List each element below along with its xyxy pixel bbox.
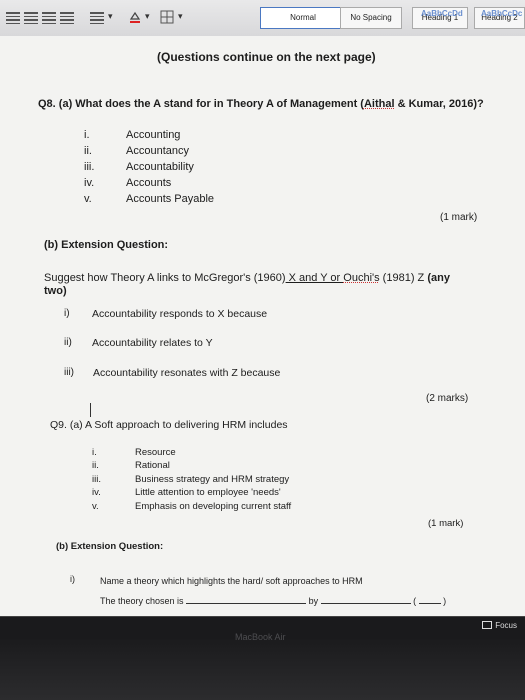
style-label: No Spacing xyxy=(350,13,392,22)
line-spacing-icon[interactable] xyxy=(90,12,104,24)
device-label: MacBook Air xyxy=(235,632,286,642)
point-text: Accountability responds to X because xyxy=(92,308,268,320)
style-heading-1[interactable]: AaBbCcDd Heading 1 xyxy=(412,7,468,29)
option-number: iv. xyxy=(84,177,95,189)
style-no-spacing[interactable]: No Spacing xyxy=(340,7,402,29)
option-number: ii. xyxy=(92,460,99,471)
focus-icon xyxy=(482,621,493,629)
option-text: Rational xyxy=(135,460,170,471)
style-label: Normal xyxy=(290,13,316,22)
suggest-ouchi: Ouchi's xyxy=(343,272,380,284)
style-normal[interactable]: Normal xyxy=(260,7,346,29)
paren-close: ) xyxy=(443,596,447,606)
style-preview: AaBbCcDd xyxy=(421,9,463,18)
document-page[interactable]: (Questions continue on the next page) Q8… xyxy=(0,36,525,616)
borders-icon[interactable] xyxy=(160,10,174,24)
q8-marks-a: (1 mark) xyxy=(440,212,478,223)
q8-suggest-line2: two) xyxy=(44,285,67,297)
style-preview: AaBbCcDc xyxy=(481,9,523,18)
style-heading-2[interactable]: AaBbCcDc Heading 2 xyxy=(474,7,525,29)
option-number: iii. xyxy=(84,161,95,173)
theory-chosen-line: The theory chosen is by ( ) xyxy=(100,596,446,606)
laptop-bezel xyxy=(0,639,525,700)
by-label: by xyxy=(308,596,319,606)
theory-blank[interactable] xyxy=(186,603,307,604)
suggest-bold: (any xyxy=(427,272,450,284)
q8-suggest-line1: Suggest how Theory A links to McGregor's… xyxy=(44,272,450,284)
point-text: Accountability relates to Y xyxy=(92,337,213,349)
option-text: Little attention to employee 'needs' xyxy=(135,487,281,498)
option-number: i. xyxy=(92,447,97,458)
point-number: i) xyxy=(70,574,75,584)
q8-question-suffix: & Kumar, 2016)? xyxy=(394,98,484,110)
align-left-icon[interactable] xyxy=(6,12,20,24)
chevron-down-icon[interactable]: ▾ xyxy=(145,11,150,22)
point-number: i) xyxy=(64,308,70,319)
shading-icon[interactable] xyxy=(128,10,142,23)
q8-question: Q8. (a) What does the A stand for in The… xyxy=(38,98,484,110)
q8-marks-b: (2 marks) xyxy=(426,393,469,404)
q8-extension-title: (b) Extension Question: xyxy=(44,239,169,251)
formatting-toolbar: ▾ ▾ ▾ Normal No Spacing AaBbCcDd Heading… xyxy=(0,0,525,37)
text-cursor-icon xyxy=(90,403,91,417)
q9-question: Q9. (a) A Soft approach to delivering HR… xyxy=(50,419,288,431)
point-number: ii) xyxy=(64,337,72,348)
option-number: ii. xyxy=(84,145,92,157)
option-text: Resource xyxy=(135,447,176,458)
q9-extension-title: (b) Extension Question: xyxy=(56,541,164,552)
option-number: v. xyxy=(92,501,99,512)
paren-open: ( xyxy=(413,596,417,606)
option-text: Accounts Payable xyxy=(126,193,215,205)
option-text: Accountability xyxy=(126,161,194,173)
align-right-icon[interactable] xyxy=(42,12,56,24)
q8-question-prefix: Q8. (a) What does the A stand for in The… xyxy=(38,98,364,110)
align-center-icon[interactable] xyxy=(24,12,38,24)
suggest-prefix: Suggest how Theory A links to McGregor's… xyxy=(44,272,286,284)
focus-button[interactable]: Focus xyxy=(482,621,517,630)
year-blank[interactable] xyxy=(418,603,441,604)
q8-citation: Aithal xyxy=(363,98,395,110)
point-text: Accountability resonates with Z because xyxy=(93,367,281,379)
chevron-down-icon[interactable]: ▾ xyxy=(178,11,183,22)
option-text: Emphasis on developing current staff xyxy=(135,501,292,512)
chevron-down-icon[interactable]: ▾ xyxy=(108,11,113,22)
option-number: iv. xyxy=(92,487,101,498)
justify-icon[interactable] xyxy=(60,12,74,24)
suggest-mid: X and Y or xyxy=(285,272,344,284)
option-text: Accounts xyxy=(126,177,172,189)
chosen-label: The theory chosen is xyxy=(100,596,184,606)
q9-marks-a: (1 mark) xyxy=(428,518,464,529)
author-blank[interactable] xyxy=(320,603,411,604)
option-text: Business strategy and HRM strategy xyxy=(135,474,290,485)
option-number: iii. xyxy=(92,474,101,485)
continue-note: (Questions continue on the next page) xyxy=(157,50,376,64)
focus-label: Focus xyxy=(495,621,517,630)
point-number: iii) xyxy=(64,367,74,378)
option-number: i. xyxy=(84,129,90,141)
suggest-suffix: (1981) Z xyxy=(379,272,428,284)
option-text: Accountancy xyxy=(126,145,189,157)
point-text: Name a theory which highlights the hard/… xyxy=(100,576,363,586)
option-text: Accounting xyxy=(126,129,181,141)
option-number: v. xyxy=(84,193,92,205)
